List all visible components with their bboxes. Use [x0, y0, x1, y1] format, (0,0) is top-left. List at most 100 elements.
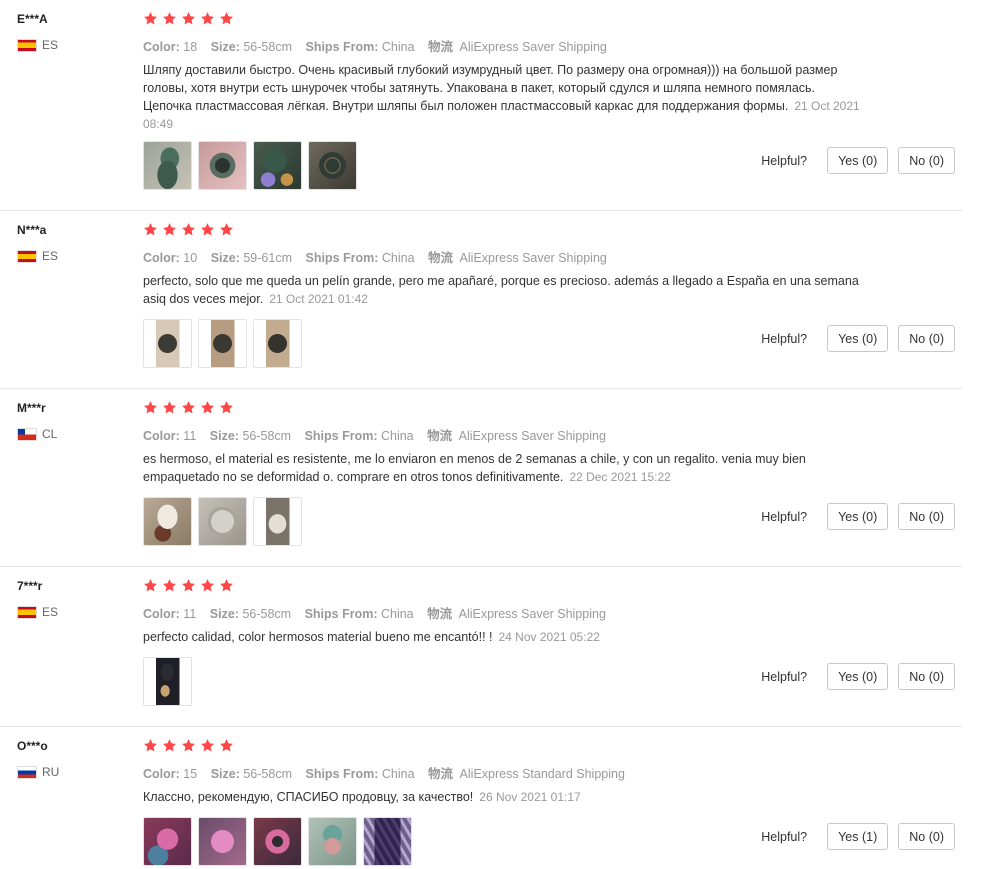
review-time: 22 Dec 2021 15:22: [569, 470, 671, 484]
ships-from-value: China: [381, 40, 415, 54]
country-code: RU: [42, 765, 60, 779]
star-icon: [162, 578, 177, 593]
star-icon: [181, 738, 196, 753]
chile-flag-icon: [17, 427, 37, 441]
review-item: E***A ES Color: 18 Size: 56-58cm Ships F…: [0, 0, 962, 211]
country-code: CL: [42, 427, 58, 441]
reviewer-country: ES: [17, 605, 58, 619]
ships-from-value: China: [381, 767, 415, 781]
review-photo[interactable]: [198, 817, 247, 866]
yes-button[interactable]: Yes (0): [827, 325, 889, 352]
review-photos: [143, 817, 418, 866]
review-item: 7***r ES Color: 11 Size: 56-58cm Ships F…: [0, 567, 962, 727]
reviewer-name: 7***r: [17, 579, 43, 593]
logistics-label: 物流: [428, 767, 454, 781]
review-meta: Color: 11 Size: 56-58cm Ships From: Chin…: [143, 425, 616, 444]
review-photo[interactable]: [253, 817, 302, 866]
review-item: O***o RU Color: 15 Size: 56-58cm Ships F…: [0, 727, 962, 869]
review-photo[interactable]: [143, 657, 192, 706]
yes-button[interactable]: Yes (0): [827, 147, 889, 174]
review-meta: Color: 10 Size: 59-61cm Ships From: Chin…: [143, 247, 617, 266]
color-label: Color:: [143, 40, 180, 54]
color-value: 15: [183, 767, 198, 781]
review-time: 26 Nov 2021 01:17: [479, 790, 581, 804]
review-content: perfecto calidad, color hermosos materia…: [143, 628, 863, 646]
no-button[interactable]: No (0): [898, 503, 955, 530]
helpful-section: Helpful? Yes (0) No (0): [761, 325, 955, 352]
star-icon: [143, 578, 158, 593]
country-code: ES: [42, 605, 59, 619]
star-icon: [181, 400, 196, 415]
yes-button[interactable]: Yes (1): [827, 823, 889, 850]
logistics-value: AliExpress Standard Shipping: [459, 767, 625, 781]
star-icon: [181, 578, 196, 593]
helpful-section: Helpful? Yes (0) No (0): [761, 147, 955, 174]
star-icon: [162, 738, 177, 753]
review-content: Шляпу доставили быстро. Очень красивый г…: [143, 61, 863, 133]
review-photo[interactable]: [143, 817, 192, 866]
reviewer-country: ES: [17, 38, 58, 52]
star-icon: [162, 400, 177, 415]
ships-from-label: Ships From:: [305, 767, 379, 781]
star-icon: [143, 400, 158, 415]
size-label: Size:: [209, 607, 239, 621]
russia-flag-icon: [17, 765, 37, 779]
reviewer-name: M***r: [17, 401, 46, 415]
logistics-label: 物流: [427, 607, 453, 621]
review-photo[interactable]: [363, 817, 412, 866]
review-photo[interactable]: [143, 319, 192, 368]
helpful-section: Helpful? Yes (0) No (0): [761, 503, 955, 530]
logistics-label: 物流: [428, 40, 454, 54]
review-photo[interactable]: [198, 141, 247, 190]
color-label: Color:: [143, 251, 180, 265]
review-photo[interactable]: [198, 497, 247, 546]
review-photo[interactable]: [198, 319, 247, 368]
review-photo[interactable]: [253, 497, 302, 546]
review-item: N***a ES Color: 10 Size: 59-61cm Ships F…: [0, 211, 962, 389]
no-button[interactable]: No (0): [898, 823, 955, 850]
review-photo[interactable]: [143, 141, 192, 190]
review-photo[interactable]: [253, 319, 302, 368]
star-icon: [181, 222, 196, 237]
logistics-label: 物流: [428, 251, 454, 265]
yes-button[interactable]: Yes (0): [827, 503, 889, 530]
review-photos: [143, 141, 363, 190]
reviewer-name: N***a: [17, 223, 47, 237]
spain-flag-icon: [17, 605, 37, 619]
review-photos: [143, 657, 198, 706]
star-rating: [143, 738, 238, 753]
helpful-label: Helpful?: [761, 509, 808, 524]
size-value: 56-58cm: [243, 40, 292, 54]
color-label: Color:: [143, 767, 180, 781]
country-code: ES: [42, 38, 59, 52]
star-icon: [162, 11, 177, 26]
ships-from-label: Ships From:: [304, 607, 378, 621]
review-photo[interactable]: [253, 141, 302, 190]
ships-from-label: Ships From:: [304, 429, 378, 443]
review-item: M***r CL Color: 11 Size: 56-58cm Ships F…: [0, 389, 962, 567]
ships-from-value: China: [381, 251, 415, 265]
reviewer-name: O***o: [17, 739, 48, 753]
review-photo[interactable]: [143, 497, 192, 546]
reviewer-country: ES: [17, 249, 58, 263]
no-button[interactable]: No (0): [898, 147, 955, 174]
color-label: Color:: [143, 429, 180, 443]
logistics-label: 物流: [427, 429, 453, 443]
review-meta: Color: 11 Size: 56-58cm Ships From: Chin…: [143, 603, 616, 622]
ships-from-label: Ships From:: [305, 40, 379, 54]
no-button[interactable]: No (0): [898, 325, 955, 352]
logistics-value: AliExpress Saver Shipping: [458, 429, 606, 443]
star-icon: [200, 578, 215, 593]
review-photo[interactable]: [308, 141, 357, 190]
no-button[interactable]: No (0): [898, 663, 955, 690]
star-rating: [143, 400, 238, 415]
review-meta: Color: 15 Size: 56-58cm Ships From: Chin…: [143, 763, 635, 782]
color-label: Color:: [143, 607, 180, 621]
ships-from-value: China: [380, 607, 414, 621]
reviewer-name: E***A: [17, 12, 48, 26]
review-photo[interactable]: [308, 817, 357, 866]
star-icon: [219, 738, 234, 753]
yes-button[interactable]: Yes (0): [827, 663, 889, 690]
logistics-value: AliExpress Saver Shipping: [458, 607, 606, 621]
size-value: 56-58cm: [242, 607, 292, 621]
